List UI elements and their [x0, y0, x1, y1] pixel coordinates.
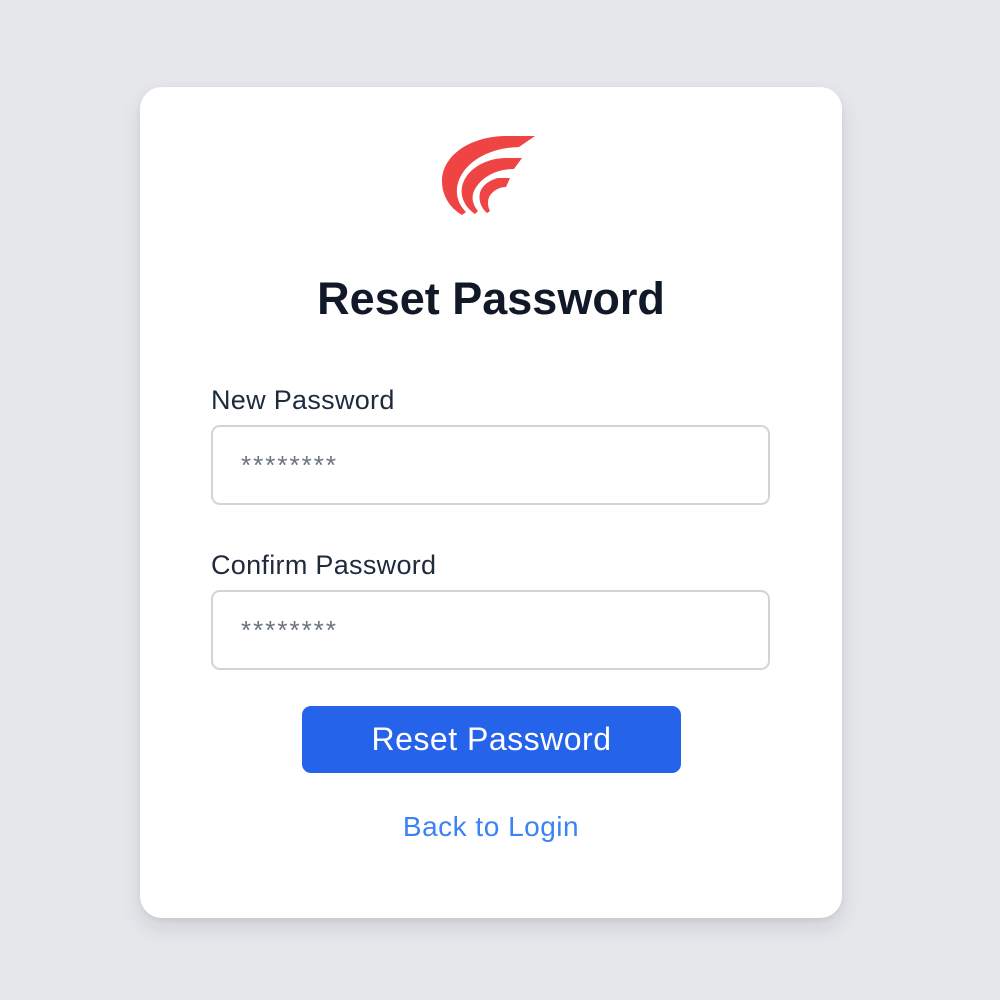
confirm-password-input[interactable]: [211, 590, 770, 670]
page-title: Reset Password: [317, 273, 665, 324]
brand-logo-icon: [442, 136, 535, 215]
back-to-login-link[interactable]: Back to Login: [140, 811, 842, 843]
reset-password-card: Reset Password New Password Confirm Pass…: [140, 87, 842, 918]
new-password-input[interactable]: [211, 425, 770, 505]
reset-password-button[interactable]: Reset Password: [302, 706, 681, 773]
confirm-password-label: Confirm Password: [211, 550, 437, 580]
new-password-label: New Password: [211, 385, 395, 415]
